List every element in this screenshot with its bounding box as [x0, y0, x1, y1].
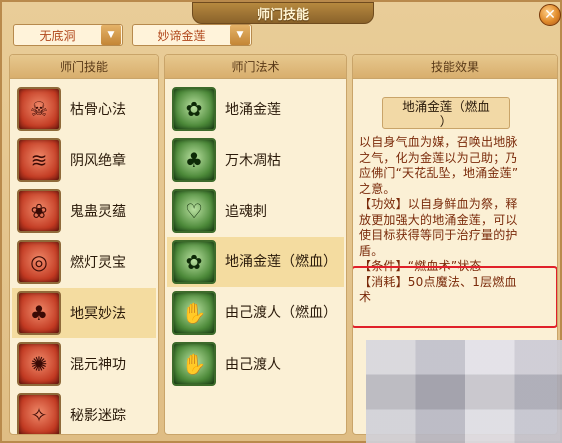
skill-item-label: 鬼蛊灵蕴	[70, 204, 126, 220]
spell-item-label: 地涌金莲（燃血）	[225, 253, 337, 270]
window-titlebar: 师门技能	[192, 2, 374, 24]
skill-item-miying[interactable]: ✧ 秘影迷踪	[12, 390, 156, 434]
skill-item-label: 秘影迷踪	[70, 408, 126, 424]
highlight-annotation-box	[353, 266, 557, 328]
hand-crossing-icon: ✋	[172, 342, 216, 386]
skill-name-line: ）	[439, 114, 453, 129]
skill-item-kugu[interactable]: ☠ 枯骨心法	[12, 84, 156, 134]
sect-spells-header: 师门法术	[165, 55, 346, 79]
skill-item-diming[interactable]: ♣ 地冥妙法	[12, 288, 156, 338]
withered-tree-icon: ♣	[172, 138, 216, 182]
description-line: 以自身气血为媒，召唤出地脉	[359, 135, 518, 149]
window-title: 师门技能	[256, 7, 309, 23]
chevron-down-icon: ▼	[230, 25, 250, 45]
skill-item-label: 地冥妙法	[70, 306, 126, 322]
earth-tree-icon: ♣	[17, 291, 61, 335]
skill-item-guigu[interactable]: ❀ 鬼蛊灵蕴	[12, 186, 156, 236]
description-line: 使目标获得等同于治疗量的护	[359, 228, 518, 242]
skill-effect-header: 技能效果	[353, 55, 557, 79]
spell-item-label: 由己渡人	[225, 357, 281, 373]
spell-item-youji-blood[interactable]: ✋ 由己渡人（燃血）	[167, 288, 344, 338]
spell-item-youji[interactable]: ✋ 由己渡人	[167, 339, 344, 389]
pixelated-overlay	[366, 340, 562, 443]
branch-dropdown-value: 妙谛金莲	[157, 28, 206, 43]
description-line: 放更加强大的地涌金莲，可以	[359, 212, 518, 227]
close-button[interactable]: ✕	[539, 4, 561, 26]
close-icon: ✕	[544, 7, 556, 23]
spell-item-zhuihun[interactable]: ♡ 追魂刺	[167, 186, 344, 236]
sect-skills-header: 师门技能	[10, 55, 158, 79]
dark-wind-icon: ≋	[17, 138, 61, 182]
spell-item-label: 万木凋枯	[225, 153, 281, 169]
description-line: 之意。	[359, 181, 396, 196]
skill-item-yinfeng[interactable]: ≋ 阴风绝章	[12, 135, 156, 185]
skill-item-hunyuan[interactable]: ✺ 混元神功	[12, 339, 156, 389]
chaos-power-icon: ✺	[17, 342, 61, 386]
skill-item-label: 燃灯灵宝	[70, 255, 126, 271]
description-line: 应佛门“天花乱坠，地涌金莲”	[359, 166, 519, 180]
skill-item-label: 混元神功	[70, 357, 126, 373]
spell-item-label: 地涌金莲	[225, 102, 281, 118]
shadow-trace-icon: ✧	[17, 393, 61, 434]
branch-dropdown[interactable]: 妙谛金莲 ▼	[132, 24, 252, 46]
spell-item-label: 由己渡人（燃血）	[225, 304, 337, 321]
skill-item-randeng[interactable]: ◎ 燃灯灵宝	[12, 237, 156, 287]
soul-heart-icon: ♡	[172, 189, 216, 233]
ghost-worm-icon: ❀	[17, 189, 61, 233]
description-line: 【功效】以自身鲜血为祭，释	[359, 197, 518, 211]
skill-item-label: 阴风绝章	[70, 153, 126, 169]
skill-name-box: 地涌金莲（燃血 ）	[382, 97, 510, 129]
skull-meditation-icon: ☠	[17, 87, 61, 131]
lotus-icon: ✿	[172, 87, 216, 131]
blood-hand-icon: ✋	[172, 291, 216, 335]
skill-name-line: 地涌金莲（燃血	[402, 99, 490, 114]
sect-dropdown[interactable]: 无底洞 ▼	[13, 24, 123, 46]
spell-item-wanmu[interactable]: ♣ 万木凋枯	[167, 135, 344, 185]
blood-lotus-icon: ✿	[172, 240, 216, 284]
lamp-wheel-icon: ◎	[17, 240, 61, 284]
description-line: 之气，化为金莲以为己助；乃	[359, 150, 518, 165]
sect-skills-panel: 师门技能 ☠ 枯骨心法 ≋ 阴风绝章 ❀ 鬼蛊灵蕴 ◎ 燃灯灵宝 ♣ 地冥妙法 …	[9, 54, 159, 435]
sect-dropdown-value: 无底洞	[39, 28, 76, 43]
spell-item-diyong[interactable]: ✿ 地涌金莲	[167, 84, 344, 134]
skill-window: 师门技能 ✕ 无底洞 ▼ 妙谛金莲 ▼ 师门技能 ☠ 枯骨心法 ≋ 阴风绝章 ❀…	[0, 0, 562, 443]
spell-item-label: 追魂刺	[225, 204, 267, 220]
description-line: 盾。	[359, 243, 384, 258]
skill-item-label: 枯骨心法	[70, 102, 126, 118]
chevron-down-icon: ▼	[101, 25, 121, 45]
spell-item-diyong-blood[interactable]: ✿ 地涌金莲（燃血）	[167, 237, 344, 287]
sect-spells-panel: 师门法术 ✿ 地涌金莲 ♣ 万木凋枯 ♡ 追魂刺 ✿ 地涌金莲（燃血） ✋ 由己…	[164, 54, 347, 435]
